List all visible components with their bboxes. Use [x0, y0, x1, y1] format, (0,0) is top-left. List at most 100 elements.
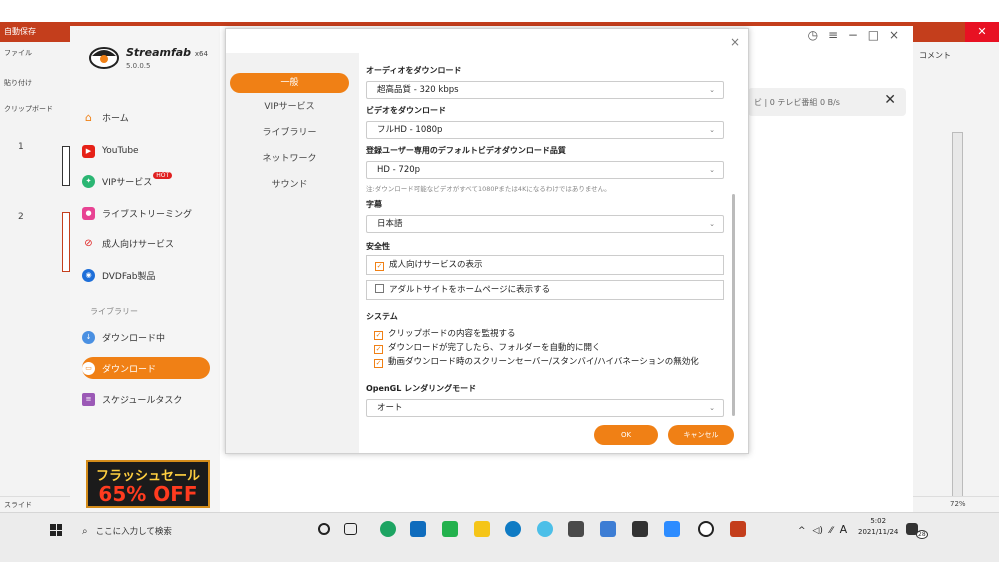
search-icon: ⌕: [82, 525, 88, 537]
powerpoint-icon[interactable]: [730, 521, 746, 537]
checkbox-label: アダルトサイトをホームページに表示する: [389, 285, 551, 295]
select-value: 日本語: [377, 219, 403, 229]
slide-status: スライド: [4, 501, 32, 509]
adult-homepage-checkbox[interactable]: アダルトサイトをホームページに表示する: [366, 280, 724, 300]
flash-sale-banner[interactable]: フラッシュセール 65% OFF: [86, 460, 210, 508]
windows-start-icon[interactable]: [50, 524, 62, 536]
chrome-icon[interactable]: [380, 521, 396, 537]
audio-quality-select[interactable]: 超高品質 - 320 kbps ⌄: [366, 81, 724, 99]
nav-home[interactable]: ⌂ ホーム: [82, 106, 210, 128]
download-status-bar: ビ | 0 テレビ番組 0 B/s ✕: [748, 88, 906, 116]
adult-icon: ⊘: [84, 237, 93, 249]
zoom-icon[interactable]: [664, 521, 680, 537]
calculator-icon[interactable]: [568, 521, 584, 537]
clock-time: 5:02: [870, 517, 887, 525]
nav-label: 成人向けサービス: [102, 239, 175, 250]
nav-youtube[interactable]: ▶ YouTube: [82, 140, 210, 162]
streamfab-taskbar-icon[interactable]: [698, 521, 714, 537]
youtube-icon: ▶: [82, 144, 95, 158]
menu-icon[interactable]: ≡: [828, 28, 838, 42]
chevron-down-icon: ⌄: [709, 86, 715, 94]
nav-adult-services[interactable]: ⊘ 成人向けサービス: [82, 232, 210, 254]
nav-label: スケジュールタスク: [102, 395, 183, 406]
nav-dvdfab-products[interactable]: ◉ DVDFab製品: [82, 264, 210, 286]
download-status-text: ビ | 0 テレビ番組 0 B/s: [754, 97, 840, 107]
disable-screensaver-checkbox[interactable]: ✓ 動画ダウンロード時のスクリーンセーバー/スタンバイ/ハイバネーションの無効化: [374, 355, 699, 368]
registered-quality-select[interactable]: HD - 720p ⌄: [366, 161, 724, 179]
comment-button[interactable]: コメント: [919, 50, 951, 61]
maximize-icon[interactable]: □: [868, 28, 879, 42]
autosave-label[interactable]: 自動保存: [4, 26, 36, 37]
ime-indicator[interactable]: A: [840, 523, 848, 536]
live-icon: ●: [82, 206, 95, 220]
ok-button[interactable]: OK: [594, 425, 658, 445]
dialog-scrollbar[interactable]: [732, 194, 735, 416]
home-icon: ⌂: [85, 110, 92, 124]
video-quality-select[interactable]: フルHD - 1080p ⌄: [366, 121, 724, 139]
safety-label: 安全性: [366, 242, 390, 251]
close-icon[interactable]: ×: [889, 28, 899, 42]
paste-label[interactable]: 貼り付け: [4, 78, 32, 88]
nav-downloaded[interactable]: ▭ ダウンロード: [82, 357, 210, 379]
tab-network[interactable]: ネットワーク: [230, 149, 349, 169]
settings-content: オーディオをダウンロード 超高品質 - 320 kbps ⌄ ビデオをダウンロー…: [364, 53, 726, 453]
taskbar-search[interactable]: ⌕ ここに入力して検索: [76, 519, 304, 543]
dialog-close-icon[interactable]: ×: [730, 35, 740, 49]
chevron-up-icon[interactable]: ^: [798, 526, 806, 536]
opengl-select[interactable]: オート ⌄: [366, 399, 724, 417]
powerpoint-close-button[interactable]: ✕: [965, 22, 999, 42]
slide-thumbnail[interactable]: [62, 212, 70, 272]
powerpoint-left-panel: ファイル 貼り付け クリップボード 1 2: [0, 42, 70, 512]
subtitle-select[interactable]: 日本語 ⌄: [366, 215, 724, 233]
slide-thumbnail[interactable]: [62, 146, 70, 186]
close-icon[interactable]: ✕: [884, 92, 896, 108]
subtitle-label: 字幕: [366, 200, 382, 209]
system-tray[interactable]: ^ ◁) ⁄⁄ A: [798, 523, 847, 536]
checkbox-checked-icon: ✓: [374, 359, 383, 368]
tab-vip-services[interactable]: VIPサービス: [230, 97, 349, 117]
monitor-clipboard-checkbox[interactable]: ✓ クリップボードの内容を監視する: [374, 327, 516, 340]
nav-schedule[interactable]: ≡ スケジュールタスク: [82, 388, 210, 410]
edge-icon[interactable]: [505, 521, 521, 537]
nav-label: ホーム: [102, 113, 129, 124]
nav-live-streaming[interactable]: ● ライブストリーミング: [82, 202, 210, 224]
powerpoint-right-panel: コメント: [913, 42, 999, 522]
app-icon[interactable]: [600, 521, 616, 537]
network-icon[interactable]: ⁄⁄: [830, 526, 833, 536]
cancel-button[interactable]: キャンセル: [668, 425, 734, 445]
opengl-label: OpenGL レンダリングモード: [366, 384, 477, 393]
nav-label: ライブストリーミング: [102, 209, 193, 220]
line-icon[interactable]: [442, 521, 458, 537]
tab-sound[interactable]: サウンド: [230, 175, 349, 195]
nav-label: ダウンロード中: [102, 333, 166, 344]
window-controls: ◷ ≡ − □ ×: [808, 28, 899, 42]
nav-vip-services[interactable]: ✦ VIPサービス HOT: [82, 170, 210, 192]
file-explorer-icon[interactable]: [474, 521, 490, 537]
task-view-icon[interactable]: [344, 523, 357, 535]
nav-label: YouTube: [102, 146, 139, 156]
chevron-down-icon: ⌄: [709, 404, 715, 412]
vertical-scrollbar[interactable]: [952, 132, 963, 522]
volume-icon[interactable]: ◁): [812, 526, 822, 536]
file-tab[interactable]: ファイル: [4, 48, 32, 58]
minimize-icon[interactable]: −: [848, 28, 858, 42]
show-adult-services-checkbox[interactable]: ✓ 成人向けサービスの表示: [366, 255, 724, 275]
open-folder-checkbox[interactable]: ✓ ダウンロードが完了したら、フォルダーを自動的に開く: [374, 341, 601, 354]
slide-number: 2: [18, 212, 24, 222]
browser-icon[interactable]: [537, 521, 553, 537]
version-label: 5.0.0.5: [126, 62, 151, 70]
quality-note: 注:ダウンロード可能なビデオがすべて1080Pまたは4Kになるわけではありません…: [366, 185, 611, 193]
taskbar-clock[interactable]: 5:02 2021/11/24: [858, 516, 898, 538]
video-download-label: ビデオをダウンロード: [366, 106, 446, 115]
history-icon[interactable]: ◷: [808, 28, 818, 42]
nav-downloading[interactable]: ↓ ダウンロード中: [82, 326, 210, 348]
cortana-icon[interactable]: [318, 523, 330, 535]
checkbox-checked-icon: ✓: [375, 262, 384, 271]
slide-number: 1: [18, 142, 24, 152]
tab-library[interactable]: ライブラリー: [230, 123, 349, 143]
app-icon[interactable]: [632, 521, 648, 537]
zoom-level[interactable]: 72%: [950, 500, 966, 508]
tab-general[interactable]: 一般: [230, 73, 349, 93]
outlook-icon[interactable]: [410, 521, 426, 537]
checkbox-checked-icon: ✓: [374, 331, 383, 340]
